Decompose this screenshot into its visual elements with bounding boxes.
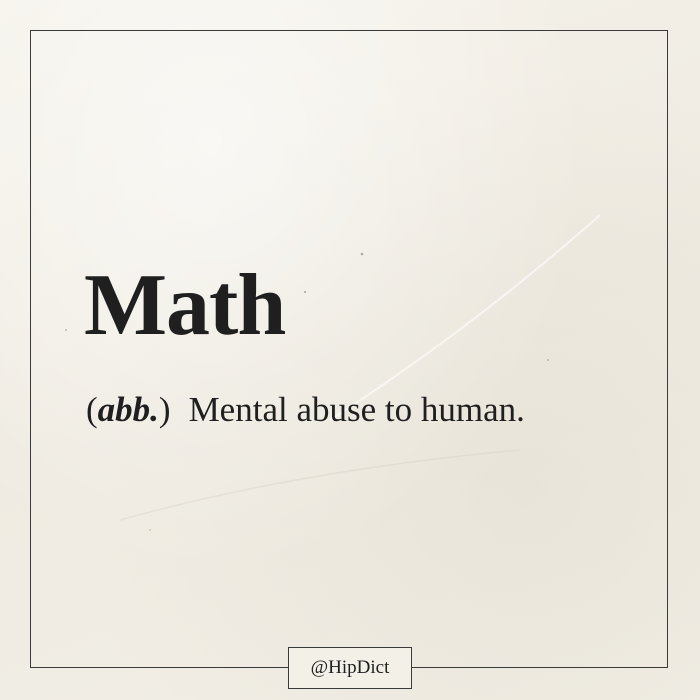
part-of-speech: abb. [97, 390, 159, 429]
definition-line: (abb.) Mental abuse to human. [86, 392, 525, 427]
headword: Math [84, 257, 286, 354]
pos-close-paren: ) [158, 390, 171, 429]
social-handle: @HipDict [310, 657, 390, 678]
handle-badge: @HipDict [288, 647, 412, 689]
pos-open-paren: ( [86, 390, 98, 429]
definition-text: Mental abuse to human. [188, 390, 525, 429]
